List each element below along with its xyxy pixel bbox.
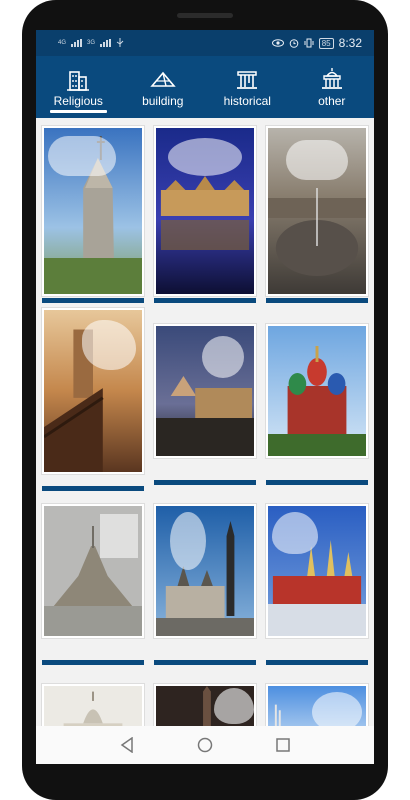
frame-thumbnail [42, 308, 144, 474]
frame-card[interactable] [42, 126, 144, 306]
battery-indicator: 85 [318, 37, 334, 49]
recents-square-icon [276, 738, 290, 752]
card-accent-bar [154, 480, 256, 485]
frame-thumbnail [154, 126, 256, 296]
earpiece-speaker [177, 13, 233, 18]
card-accent-bar [42, 486, 144, 491]
screen: 4G 3G 85 8:32 Religious building histori… [36, 30, 374, 764]
card-accent-bar [154, 660, 256, 665]
tab-label: building [142, 94, 184, 108]
frame-thumbnail [154, 504, 256, 638]
frame-card[interactable] [154, 504, 256, 668]
oval-cutout [170, 512, 206, 570]
tab-label: other [318, 94, 346, 108]
frame-grid [36, 118, 374, 726]
tab-label: historical [223, 94, 271, 108]
heart-cutout [214, 688, 254, 724]
card-accent-bar [154, 298, 256, 303]
ruins-icon [237, 71, 258, 89]
frame-thumbnail [266, 324, 368, 458]
card-accent-bar [42, 660, 144, 665]
pyramid-icon [150, 71, 176, 87]
usb-icon [116, 38, 124, 47]
signal-icon [71, 39, 83, 47]
frame-card[interactable] [154, 324, 256, 486]
sim2-label: 3G [87, 40, 96, 46]
card-accent-bar [266, 660, 368, 665]
tab-religious[interactable]: Religious [36, 56, 121, 118]
frame-thumbnail [42, 684, 144, 726]
frame-card[interactable] [266, 324, 368, 486]
status-bar: 4G 3G 85 8:32 [36, 30, 374, 56]
back-triangle-icon [120, 737, 133, 753]
frame-card[interactable] [154, 126, 256, 306]
frame-thumbnail [42, 504, 144, 638]
card-accent-bar [266, 298, 368, 303]
phone-frame: 4G 3G 85 8:32 Religious building histori… [22, 0, 388, 800]
eye-icon [271, 39, 284, 47]
frame-thumbnail [266, 126, 368, 296]
capitol-icon [321, 68, 342, 89]
frame-thumbnail [42, 126, 144, 296]
frame-card[interactable] [266, 684, 368, 726]
frame-card[interactable] [42, 684, 144, 726]
buildings-icon [67, 71, 90, 91]
frame-thumbnail [266, 504, 368, 638]
tab-other[interactable]: other [290, 56, 375, 118]
card-accent-bar [42, 298, 144, 303]
cloud-cutout [286, 140, 348, 180]
frame-card[interactable] [266, 504, 368, 668]
clock: 8:32 [338, 36, 362, 50]
tab-label: Religious [53, 94, 103, 108]
active-tab-indicator [50, 110, 107, 113]
alarm-icon [289, 39, 299, 48]
tab-historical[interactable]: historical [205, 56, 290, 118]
square-cutout [100, 514, 138, 558]
recents-button[interactable] [272, 734, 294, 756]
tab-building[interactable]: building [121, 56, 206, 118]
frame-thumbnail [154, 324, 256, 458]
cloud-cutout [48, 136, 116, 176]
signal-icon [100, 39, 112, 47]
frame-card[interactable] [266, 126, 368, 306]
oval-cutout [312, 692, 362, 726]
vibrate-icon [304, 38, 314, 48]
circle-cutout [202, 336, 244, 378]
frame-card[interactable] [154, 684, 256, 726]
category-tabbar: Religious building historical other [36, 56, 374, 118]
back-button[interactable] [116, 734, 138, 756]
system-navigation-bar [36, 726, 374, 764]
frame-card[interactable] [42, 308, 144, 491]
frame-thumbnail [154, 684, 256, 726]
frame-card[interactable] [42, 504, 144, 668]
home-button[interactable] [194, 734, 216, 756]
sim1-label: 4G [58, 40, 67, 46]
frame-thumbnail [266, 684, 368, 726]
oval-cutout [168, 138, 242, 176]
card-accent-bar [266, 480, 368, 485]
heart-cutout [272, 512, 318, 554]
home-circle-icon [197, 737, 213, 753]
